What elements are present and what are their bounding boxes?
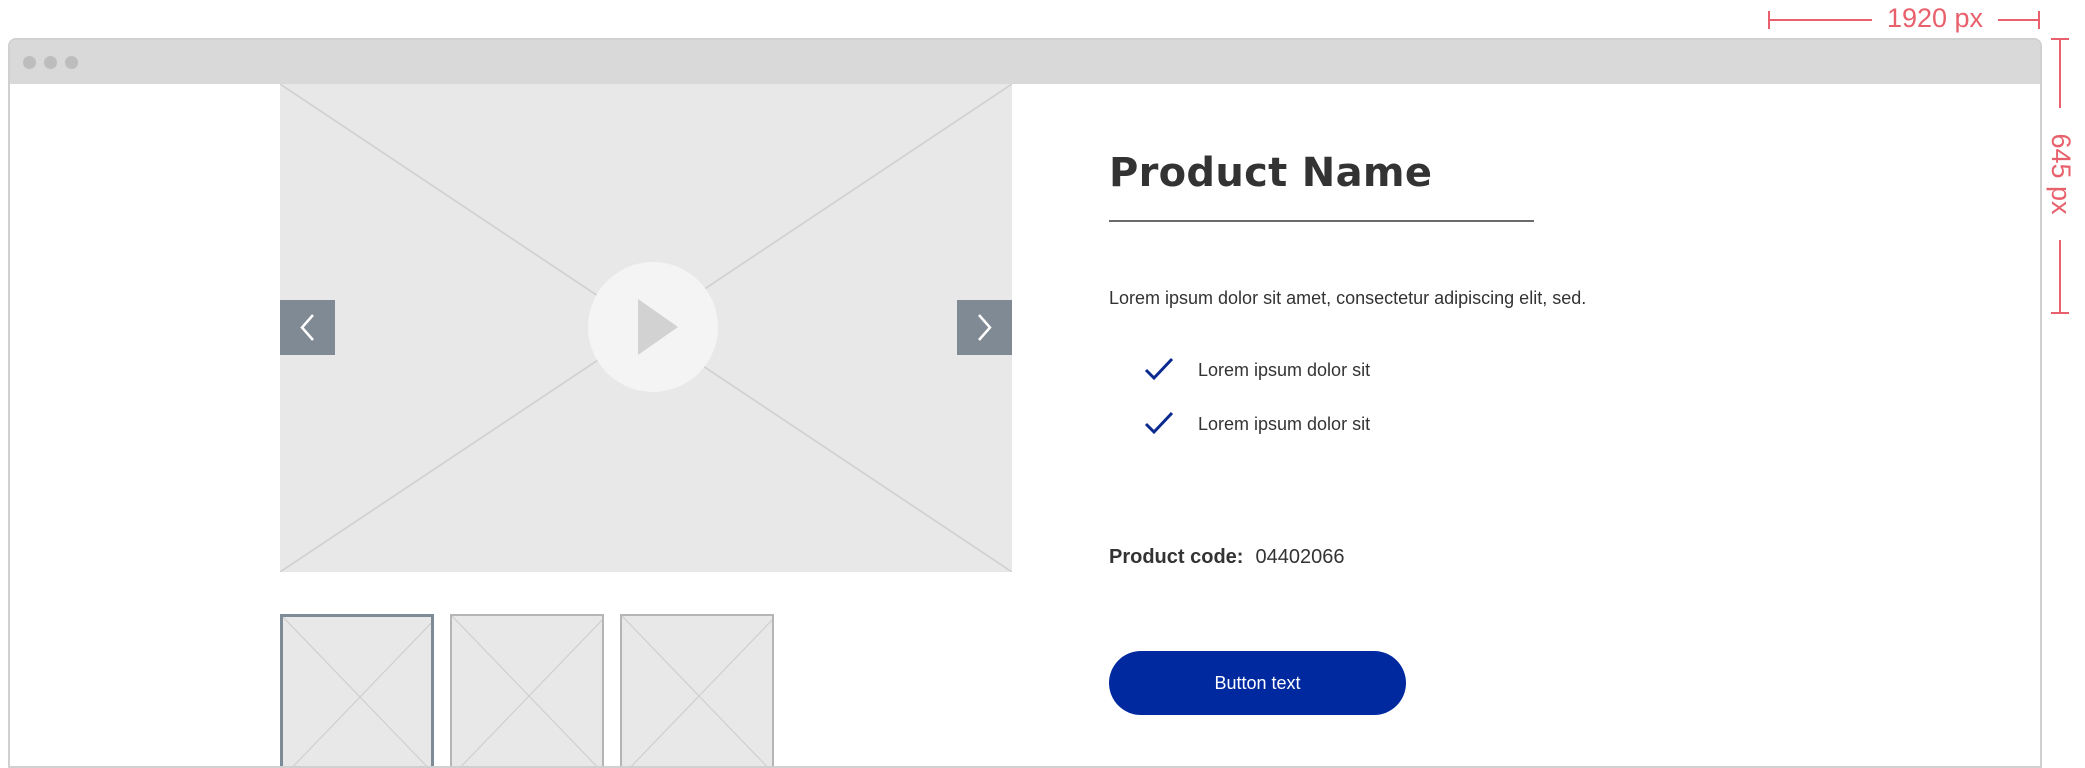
play-icon <box>638 299 678 355</box>
product-code-value: 04402066 <box>1255 546 1345 568</box>
window-dot-icon <box>44 56 57 69</box>
thumbnail-1[interactable] <box>280 614 434 766</box>
browser-titlebar <box>10 40 2040 84</box>
product-name: Product Name <box>1109 150 1433 196</box>
height-annotation-line-bottom <box>2059 240 2061 314</box>
width-annotation-label: 1920 px <box>1886 3 1984 33</box>
image-placeholder-icon <box>622 616 772 766</box>
feature-text: Lorem ipsum dolor sit <box>1198 414 1371 434</box>
browser-window: Product Name Lorem ipsum dolor sit amet,… <box>8 38 2042 768</box>
height-annotation-end-tick <box>2051 312 2069 314</box>
primary-action-button[interactable]: Button text <box>1109 651 1406 715</box>
product-code-label: Product code: <box>1109 546 1244 568</box>
product-code: Product code: 04402066 <box>1109 546 1344 569</box>
height-annotation-line-top <box>2059 38 2061 108</box>
thumbnail-2[interactable] <box>450 614 604 766</box>
window-dot-icon <box>23 56 36 69</box>
width-annotation-line-left <box>1768 19 1872 21</box>
checkmark-icon <box>1144 411 1174 435</box>
thumbnail-3[interactable] <box>620 614 774 766</box>
main-product-image <box>280 84 1012 572</box>
width-annotation-end-tick <box>2038 11 2040 29</box>
width-annotation: 1920 px <box>1766 2 2042 34</box>
image-placeholder-icon <box>452 616 602 766</box>
feature-text: Lorem ipsum dolor sit <box>1198 360 1371 380</box>
height-annotation-label: 645 px <box>2046 133 2076 215</box>
window-dot-icon <box>65 56 78 69</box>
chevron-right-icon <box>978 314 992 341</box>
checkmark-icon <box>1144 357 1174 381</box>
play-button[interactable] <box>588 262 718 392</box>
title-divider <box>1109 220 1534 222</box>
previous-image-button[interactable] <box>280 300 335 355</box>
next-image-button[interactable] <box>957 300 1012 355</box>
chevron-left-icon <box>300 314 314 341</box>
height-annotation: 645 px <box>2046 38 2076 316</box>
image-placeholder-icon <box>283 617 431 766</box>
product-description: Lorem ipsum dolor sit amet, consectetur … <box>1109 288 1587 308</box>
width-annotation-line-right <box>1998 19 2040 21</box>
